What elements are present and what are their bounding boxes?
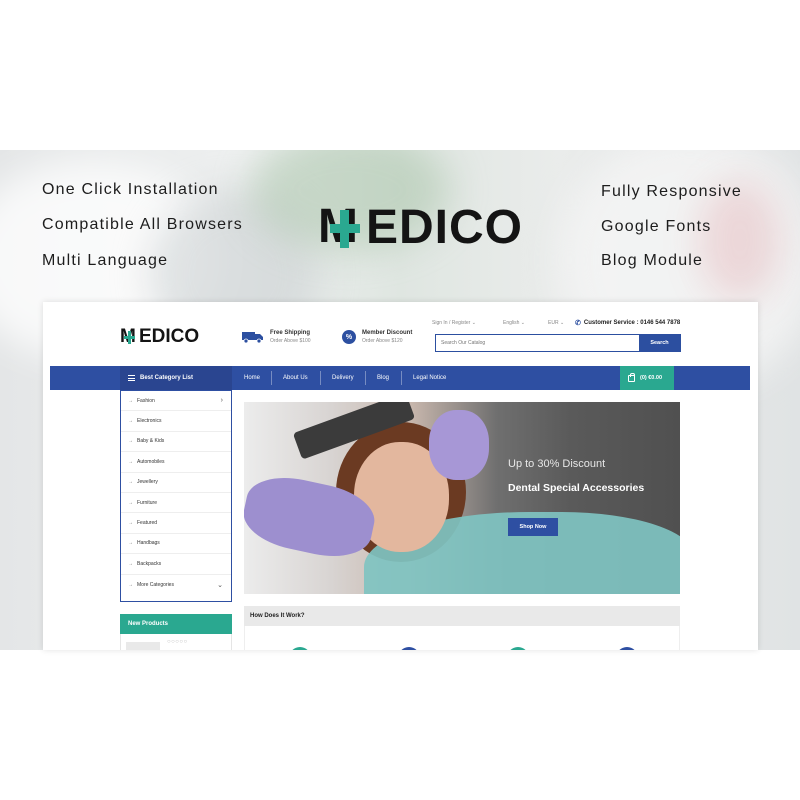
step-icon bbox=[507, 647, 529, 650]
free-shipping-subtitle: Order Above $100 bbox=[270, 338, 311, 344]
search-input[interactable] bbox=[436, 335, 639, 351]
hero-discount-text: Up to 30% Discount bbox=[508, 458, 606, 470]
step-icon bbox=[398, 647, 420, 650]
search-button[interactable]: Search bbox=[639, 335, 680, 351]
shopping-bag-icon bbox=[628, 372, 635, 382]
free-shipping-title: Free Shipping bbox=[270, 330, 311, 336]
chevron-down-icon: ⌄ bbox=[520, 320, 525, 326]
member-discount-subtitle: Order Above $120 bbox=[362, 338, 403, 344]
nav-blog[interactable]: Blog bbox=[377, 366, 389, 390]
product-thumbnail[interactable] bbox=[126, 642, 160, 650]
medical-cross-icon: M bbox=[120, 327, 139, 346]
shop-now-button[interactable]: Shop Now bbox=[508, 518, 558, 536]
glove-image bbox=[429, 410, 489, 480]
how-it-works-heading: How Does It Work? bbox=[244, 606, 680, 626]
search-bar: Search bbox=[435, 334, 681, 352]
main-navigation: Best Category List Home About Us Deliver… bbox=[50, 366, 750, 390]
phone-icon: ✆ bbox=[575, 320, 581, 327]
chevron-down-icon: ⌄ bbox=[471, 320, 476, 326]
site-logo-text: EDICO bbox=[139, 326, 200, 347]
member-discount-title: Member Discount bbox=[362, 330, 413, 336]
currency-dropdown[interactable]: EUR ⌄ bbox=[548, 320, 564, 326]
category-item[interactable]: → Fashion › bbox=[121, 391, 231, 412]
feature-right-3: Blog Module bbox=[601, 252, 704, 269]
chevron-down-icon: ⌄ bbox=[559, 320, 565, 326]
feature-left-1: One Click Installation bbox=[42, 181, 219, 198]
category-list: → Fashion › → Electronics → Baby & Kids → Aut… bbox=[120, 390, 232, 602]
hero-title: Dental Special Accessories bbox=[508, 482, 645, 494]
feature-left-3: Multi Language bbox=[42, 252, 169, 269]
nav-delivery[interactable]: Delivery bbox=[332, 366, 354, 390]
truck-icon bbox=[242, 332, 263, 343]
nav-home[interactable]: Home bbox=[244, 366, 260, 390]
category-item[interactable]: → Automobiles bbox=[121, 452, 231, 473]
more-categories[interactable]: → More Categories ⌄ bbox=[121, 575, 231, 595]
category-item[interactable]: → Featured bbox=[121, 513, 231, 534]
step-icon bbox=[616, 647, 638, 650]
rating-stars-icon: ○○○○○ bbox=[167, 639, 188, 645]
language-dropdown[interactable]: English ⌄ bbox=[503, 320, 525, 326]
category-item[interactable]: → Handbags bbox=[121, 534, 231, 555]
how-it-works-panel bbox=[244, 626, 680, 650]
feature-right-1: Fully Responsive bbox=[601, 183, 743, 200]
category-list-toggle[interactable]: Best Category List bbox=[120, 366, 232, 390]
category-item[interactable]: → Electronics bbox=[121, 411, 231, 432]
new-products-heading: New Products bbox=[120, 614, 232, 634]
category-item[interactable]: → Backpacks bbox=[121, 554, 231, 575]
percent-icon: % bbox=[342, 330, 356, 344]
medical-cross-icon: M bbox=[318, 203, 366, 251]
signin-link[interactable]: Sign In / Register ⌄ bbox=[432, 320, 476, 326]
feature-right-2: Google Fonts bbox=[601, 218, 712, 235]
cart-button[interactable]: (0) €0.00 bbox=[620, 366, 674, 390]
category-item[interactable]: → Jewellery bbox=[121, 473, 231, 493]
feature-left-2: Compatible All Browsers bbox=[42, 216, 243, 233]
nav-about-us[interactable]: About Us bbox=[283, 366, 308, 390]
hero-slider: Up to 30% Discount Dental Special Access… bbox=[244, 402, 680, 594]
brand-logo-text: EDICO bbox=[366, 200, 524, 254]
hamburger-icon bbox=[128, 375, 135, 381]
site-logo[interactable]: M EDICO bbox=[120, 326, 200, 347]
member-discount-info: % Member Discount Order Above $120 bbox=[342, 330, 412, 344]
nav-legal-notice[interactable]: Legal Notice bbox=[413, 366, 446, 390]
website-preview: M EDICO Free Shipping Order Above $100 %… bbox=[43, 302, 758, 650]
free-shipping-info: Free Shipping Order Above $100 bbox=[242, 330, 311, 344]
new-products-panel: ○○○○○ bbox=[120, 634, 232, 650]
category-item[interactable]: → Baby & Kids bbox=[121, 432, 231, 453]
customer-service: ✆ Customer Service : 0146 544 7878 bbox=[575, 320, 681, 327]
chevron-down-icon: ⌄ bbox=[217, 581, 223, 589]
brand-logo-large: M EDICO bbox=[318, 201, 523, 254]
category-item[interactable]: → Furniture bbox=[121, 493, 231, 514]
chevron-right-icon: › bbox=[220, 397, 223, 405]
step-icon bbox=[289, 647, 311, 650]
